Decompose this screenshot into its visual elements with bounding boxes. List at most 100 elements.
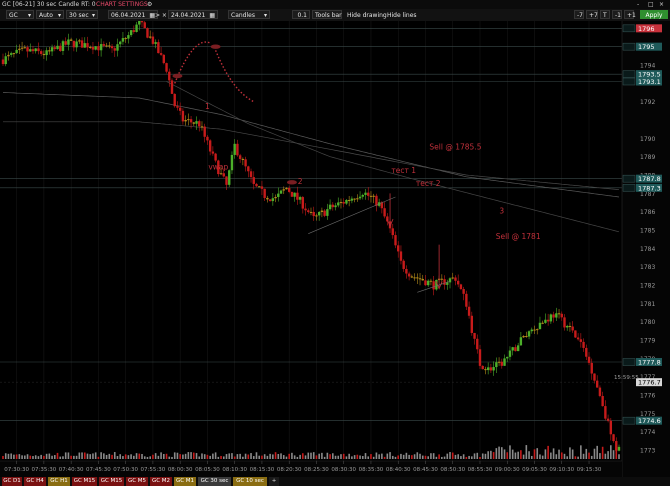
candle-body [225, 176, 228, 185]
zoom-out-7-button[interactable]: -7 [574, 10, 584, 19]
zoom-in-1-button[interactable]: +1 [624, 10, 636, 19]
timeframe-tab[interactable]: GC M5 [126, 477, 148, 486]
timeframe-tab[interactable]: GC 30 sec [198, 477, 231, 486]
volume-bar [457, 454, 459, 459]
apply-button[interactable]: Apply [640, 10, 668, 19]
scale-mode-select[interactable]: Auto ▾ [36, 10, 64, 19]
timeframe-tab[interactable]: GC M15 [72, 477, 97, 486]
candle-body [516, 345, 520, 352]
chart-type-select[interactable]: Candles ▾ [228, 10, 270, 19]
volume-bar [59, 456, 62, 459]
volume-bar [394, 456, 397, 459]
candle-body [178, 107, 182, 111]
candle-body [1, 59, 5, 65]
volume-bar [2, 455, 4, 459]
close-button[interactable]: × [659, 1, 664, 8]
symbol-select[interactable]: GC ▾ [6, 10, 34, 19]
nav-next-button[interactable]: > × [152, 10, 167, 19]
candle-body [514, 347, 517, 352]
candle-body [238, 155, 242, 159]
interval-select[interactable]: 30 sec ▾ [66, 10, 98, 19]
candle-body [462, 289, 465, 294]
candle-body [127, 35, 130, 39]
volume-bar [566, 456, 569, 459]
timeframe-tab[interactable]: GC M2 [150, 477, 172, 486]
candle-body [108, 45, 111, 47]
candle-body [307, 210, 310, 213]
candle-body [293, 192, 296, 197]
hide-drawing-button[interactable]: Hide drawing [344, 10, 387, 19]
candle-body [29, 49, 32, 52]
candle-body [612, 434, 615, 442]
candle-body [219, 173, 223, 175]
timeframe-tab[interactable]: GC M15 [99, 477, 124, 486]
maximize-button[interactable]: □ [648, 1, 654, 8]
candle-body [274, 196, 277, 199]
candle-body [244, 159, 247, 167]
timeframe-tab[interactable]: GC H1 [48, 477, 70, 486]
timeframe-tab[interactable]: GC M1 [174, 477, 196, 486]
candle-body [566, 325, 569, 328]
candle-body [198, 121, 201, 127]
candle-body [557, 313, 561, 315]
candle-body [576, 337, 580, 340]
candle-body [83, 43, 86, 48]
candle-body [296, 192, 299, 200]
volume-bar [345, 456, 348, 459]
volume-bar [201, 453, 203, 459]
volume-bar [465, 456, 468, 459]
volume-bar [536, 448, 539, 459]
date-from-field[interactable]: 06.04.2021 ▦ [108, 10, 158, 19]
volume-bar [391, 455, 394, 459]
minimize-button[interactable]: - [637, 1, 639, 8]
current-price-label: 1776.7 [638, 379, 661, 387]
zoom-in-7-button[interactable]: +7 [586, 10, 598, 19]
candle-body [410, 276, 414, 278]
volume-bar [62, 456, 64, 459]
annotation-label: 3 [499, 207, 504, 216]
candle-body [522, 336, 525, 338]
candle-body [356, 198, 359, 200]
zoom-out-1-button[interactable]: -1 [612, 10, 622, 19]
candle-body [443, 279, 446, 285]
candle-body [113, 48, 116, 51]
candle-body [407, 273, 411, 277]
volume-bar [247, 454, 250, 459]
hide-lines-button[interactable]: Hide lines [384, 10, 418, 19]
volume-bar [64, 452, 67, 459]
chevron-down-icon: ▾ [27, 12, 31, 19]
volume-bar [326, 452, 329, 459]
candle-body [331, 204, 335, 208]
candle-body [271, 198, 275, 202]
candle-body [222, 173, 225, 177]
step-field[interactable]: 0.1 [292, 10, 310, 19]
candle-body [609, 420, 613, 435]
volume-bar [53, 455, 56, 459]
timeframe-tab[interactable]: GC D1 [2, 477, 22, 486]
candle-body [45, 50, 48, 56]
price-axis[interactable]: 1796179417921790178917881787178617851784… [614, 21, 670, 477]
volume-bar [495, 448, 498, 459]
volume-bar [124, 454, 127, 459]
reset-zoom-button[interactable]: T [600, 10, 610, 19]
volume-bar [184, 453, 187, 459]
level-tag-box [622, 70, 636, 78]
timeframe-tab[interactable]: GC H4 [24, 477, 46, 486]
level-tag-box [622, 184, 636, 192]
volume-bar [462, 454, 465, 459]
chart-settings-link[interactable]: CHART SETTINGS [96, 1, 148, 8]
add-tab-button[interactable]: + [269, 477, 279, 486]
date-to-field[interactable]: 24.04.2021 ▦ [168, 10, 218, 19]
volume-bar [157, 455, 160, 459]
candle-body [328, 204, 332, 210]
candle-body [467, 306, 471, 316]
candle-body [20, 47, 24, 49]
timeframe-tab[interactable]: GC 10 sec [233, 477, 267, 486]
candle-body [476, 338, 479, 350]
volume-bar [288, 453, 290, 459]
tools-bar-button[interactable]: Tools bar [312, 10, 342, 19]
volume-bar [411, 455, 413, 459]
chart-area[interactable]: 1 vwap 2 тест 1тест 2 Sell @ 1785.5 3 Sell @ 1… [0, 21, 670, 477]
time-axis[interactable]: 07:30:30 07:35:30 07:40:30 07:45:30 07:50:30… [0, 460, 622, 477]
settings-gear-icon[interactable]: ⚙ [147, 1, 152, 8]
